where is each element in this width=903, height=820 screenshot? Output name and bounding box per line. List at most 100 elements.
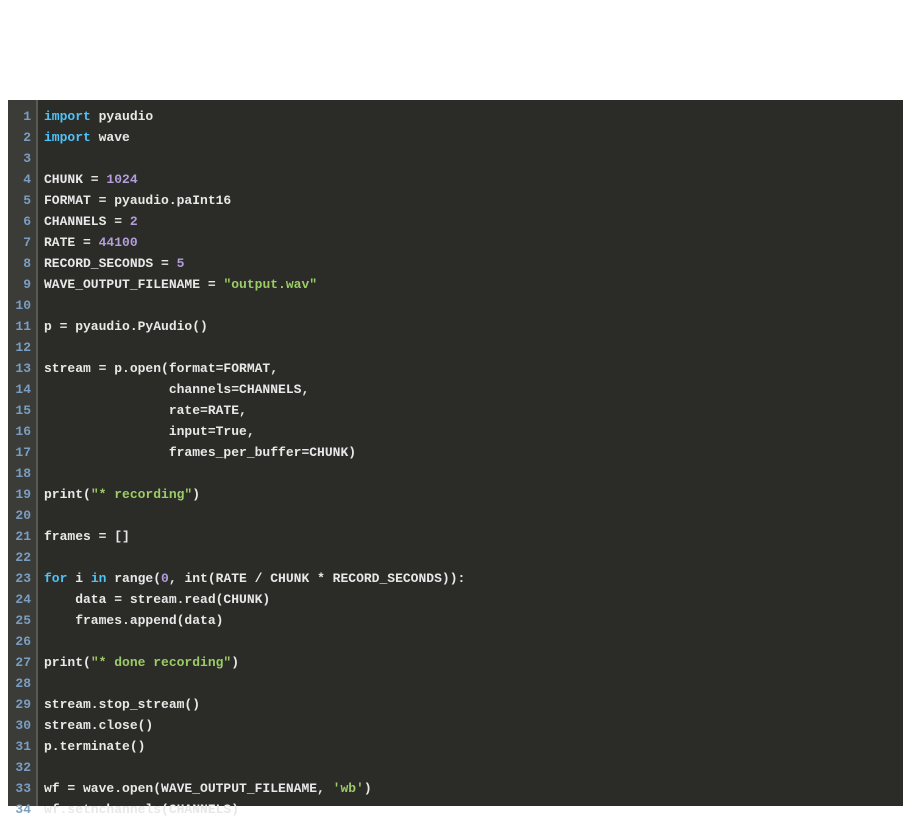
line-number: 34 <box>8 799 31 820</box>
code-line[interactable]: stream.stop_stream() <box>44 694 903 715</box>
line-number: 3 <box>8 148 31 169</box>
code-line[interactable] <box>44 148 903 169</box>
code-token: import <box>44 109 91 124</box>
code-token: p = pyaudio.PyAudio() <box>44 319 208 334</box>
code-line[interactable] <box>44 631 903 652</box>
line-number: 26 <box>8 631 31 652</box>
code-line[interactable]: print("* done recording") <box>44 652 903 673</box>
code-token: stream.close() <box>44 718 153 733</box>
code-token: range( <box>106 571 161 586</box>
code-token: ) <box>231 655 239 670</box>
code-line[interactable]: frames.append(data) <box>44 610 903 631</box>
code-token: CHUNK = <box>44 172 106 187</box>
code-token: frames.append(data) <box>44 613 223 628</box>
code-line[interactable]: frames_per_buffer=CHUNK) <box>44 442 903 463</box>
code-line[interactable]: RECORD_SECONDS = 5 <box>44 253 903 274</box>
line-number: 16 <box>8 421 31 442</box>
code-token: frames_per_buffer=CHUNK) <box>44 445 356 460</box>
line-number: 18 <box>8 463 31 484</box>
code-line[interactable]: input=True, <box>44 421 903 442</box>
line-number: 32 <box>8 757 31 778</box>
code-token: stream.stop_stream() <box>44 697 200 712</box>
code-token: data = stream.read(CHUNK) <box>44 592 270 607</box>
code-token: ) <box>364 781 372 796</box>
line-number: 4 <box>8 169 31 190</box>
code-token: import <box>44 130 91 145</box>
line-number: 25 <box>8 610 31 631</box>
code-token: RATE = <box>44 235 99 250</box>
code-line[interactable]: RATE = 44100 <box>44 232 903 253</box>
code-line[interactable]: for i in range(0, int(RATE / CHUNK * REC… <box>44 568 903 589</box>
code-line[interactable]: frames = [] <box>44 526 903 547</box>
code-line[interactable]: WAVE_OUTPUT_FILENAME = "output.wav" <box>44 274 903 295</box>
line-number: 30 <box>8 715 31 736</box>
code-line[interactable]: wf = wave.open(WAVE_OUTPUT_FILENAME, 'wb… <box>44 778 903 799</box>
line-number: 1 <box>8 106 31 127</box>
line-number: 15 <box>8 400 31 421</box>
code-line[interactable]: p = pyaudio.PyAudio() <box>44 316 903 337</box>
code-token: for <box>44 571 67 586</box>
line-number: 20 <box>8 505 31 526</box>
code-line[interactable] <box>44 295 903 316</box>
line-number-gutter: 1234567891011121314151617181920212223242… <box>8 100 38 806</box>
line-number: 7 <box>8 232 31 253</box>
code-token: print( <box>44 487 91 502</box>
code-line[interactable] <box>44 673 903 694</box>
code-line[interactable]: CHUNK = 1024 <box>44 169 903 190</box>
code-token: in <box>91 571 107 586</box>
code-line[interactable]: stream = p.open(format=FORMAT, <box>44 358 903 379</box>
code-token: 1024 <box>106 172 137 187</box>
code-line[interactable]: rate=RATE, <box>44 400 903 421</box>
code-line[interactable]: channels=CHANNELS, <box>44 379 903 400</box>
code-token: channels=CHANNELS, <box>44 382 309 397</box>
line-number: 11 <box>8 316 31 337</box>
code-token: p.terminate() <box>44 739 145 754</box>
code-line[interactable] <box>44 337 903 358</box>
code-line[interactable]: p.terminate() <box>44 736 903 757</box>
code-token: pyaudio <box>91 109 153 124</box>
code-line[interactable]: data = stream.read(CHUNK) <box>44 589 903 610</box>
line-number: 5 <box>8 190 31 211</box>
code-token: wf.setnchannels(CHANNELS) <box>44 802 239 817</box>
code-line[interactable] <box>44 547 903 568</box>
code-line[interactable]: FORMAT = pyaudio.paInt16 <box>44 190 903 211</box>
line-number: 31 <box>8 736 31 757</box>
line-number: 27 <box>8 652 31 673</box>
code-token: 44100 <box>99 235 138 250</box>
line-number: 14 <box>8 379 31 400</box>
line-number: 17 <box>8 442 31 463</box>
code-line[interactable]: print("* recording") <box>44 484 903 505</box>
code-token: stream = p.open(format=FORMAT, <box>44 361 278 376</box>
code-line[interactable]: import wave <box>44 127 903 148</box>
line-number: 6 <box>8 211 31 232</box>
code-line[interactable] <box>44 505 903 526</box>
code-token: rate=RATE, <box>44 403 247 418</box>
code-area[interactable]: import pyaudioimport wave CHUNK = 1024FO… <box>38 100 903 806</box>
code-token: wave <box>91 130 130 145</box>
line-number: 10 <box>8 295 31 316</box>
code-editor[interactable]: 1234567891011121314151617181920212223242… <box>8 100 903 806</box>
line-number: 12 <box>8 337 31 358</box>
line-number: 21 <box>8 526 31 547</box>
line-number: 19 <box>8 484 31 505</box>
code-token: RECORD_SECONDS = <box>44 256 177 271</box>
code-token: 2 <box>130 214 138 229</box>
code-line[interactable]: wf.setnchannels(CHANNELS) <box>44 799 903 820</box>
line-number: 2 <box>8 127 31 148</box>
code-token: , int(RATE / CHUNK * RECORD_SECONDS)): <box>169 571 465 586</box>
code-line[interactable]: CHANNELS = 2 <box>44 211 903 232</box>
line-number: 28 <box>8 673 31 694</box>
line-number: 33 <box>8 778 31 799</box>
code-line[interactable]: import pyaudio <box>44 106 903 127</box>
line-number: 24 <box>8 589 31 610</box>
line-number: 29 <box>8 694 31 715</box>
code-token: FORMAT = pyaudio.paInt16 <box>44 193 231 208</box>
code-token: CHANNELS = <box>44 214 130 229</box>
code-line[interactable] <box>44 463 903 484</box>
code-line[interactable]: stream.close() <box>44 715 903 736</box>
code-token: 0 <box>161 571 169 586</box>
code-token: "output.wav" <box>223 277 317 292</box>
code-token: "* done recording" <box>91 655 231 670</box>
code-token: 5 <box>177 256 185 271</box>
code-line[interactable] <box>44 757 903 778</box>
